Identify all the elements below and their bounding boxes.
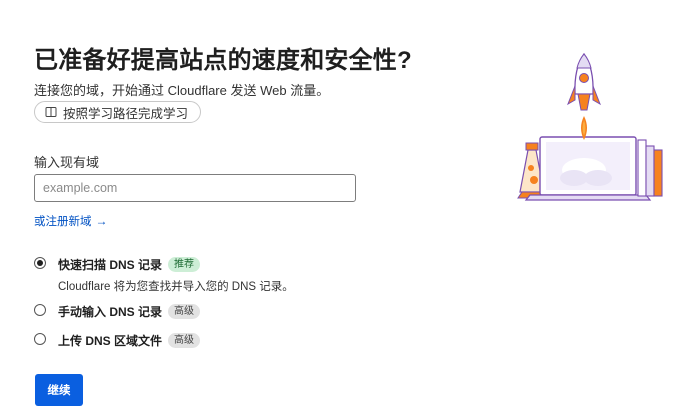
radio-upload-zone-file[interactable] (34, 333, 46, 345)
book-icon (45, 107, 57, 117)
continue-button[interactable]: 继续 (35, 374, 83, 406)
advanced-badge: 高级 (168, 304, 201, 319)
register-new-domain-link[interactable]: 或注册新域 → (34, 213, 108, 229)
laptop-icon (524, 136, 652, 201)
option-label: 手动输入 DNS 记录 (58, 305, 163, 319)
recommended-badge: 推荐 (168, 257, 201, 272)
learning-path-label: 按照学习路径完成学习 (63, 106, 189, 121)
option-quick-scan[interactable]: 快速扫描 DNS 记录 推荐 Cloudflare 将为您查找并导入您的 DNS… (34, 256, 294, 294)
page-title: 已准备好提高站点的速度和安全性? (34, 47, 412, 74)
domain-field-label: 输入现有域 (34, 155, 100, 170)
advanced-badge: 高级 (168, 333, 201, 348)
option-label: 快速扫描 DNS 记录 (58, 258, 163, 272)
radio-quick-scan[interactable] (34, 257, 46, 269)
books-icon (637, 139, 663, 197)
register-link-label: 或注册新域 (34, 216, 92, 228)
option-upload-zone-file[interactable]: 上传 DNS 区域文件 高级 (34, 332, 201, 349)
rocket-icon (567, 52, 601, 111)
page-subtitle: 连接您的域，开始通过 Cloudflare 发送 Web 流量。 (34, 83, 330, 98)
option-manual-entry[interactable]: 手动输入 DNS 记录 高级 (34, 303, 201, 320)
learning-path-button[interactable]: 按照学习路径完成学习 (34, 101, 202, 123)
option-description: Cloudflare 将为您查找并导入您的 DNS 记录。 (58, 281, 294, 293)
arrow-right-icon: → (95, 214, 108, 228)
option-label: 上传 DNS 区域文件 (58, 334, 163, 348)
onboarding-page: 已准备好提高站点的速度和安全性? 连接您的域，开始通过 Cloudflare 发… (0, 0, 680, 420)
domain-input[interactable] (34, 174, 356, 202)
rocket-laptop-illustration (517, 52, 663, 201)
radio-manual-entry[interactable] (34, 304, 46, 316)
